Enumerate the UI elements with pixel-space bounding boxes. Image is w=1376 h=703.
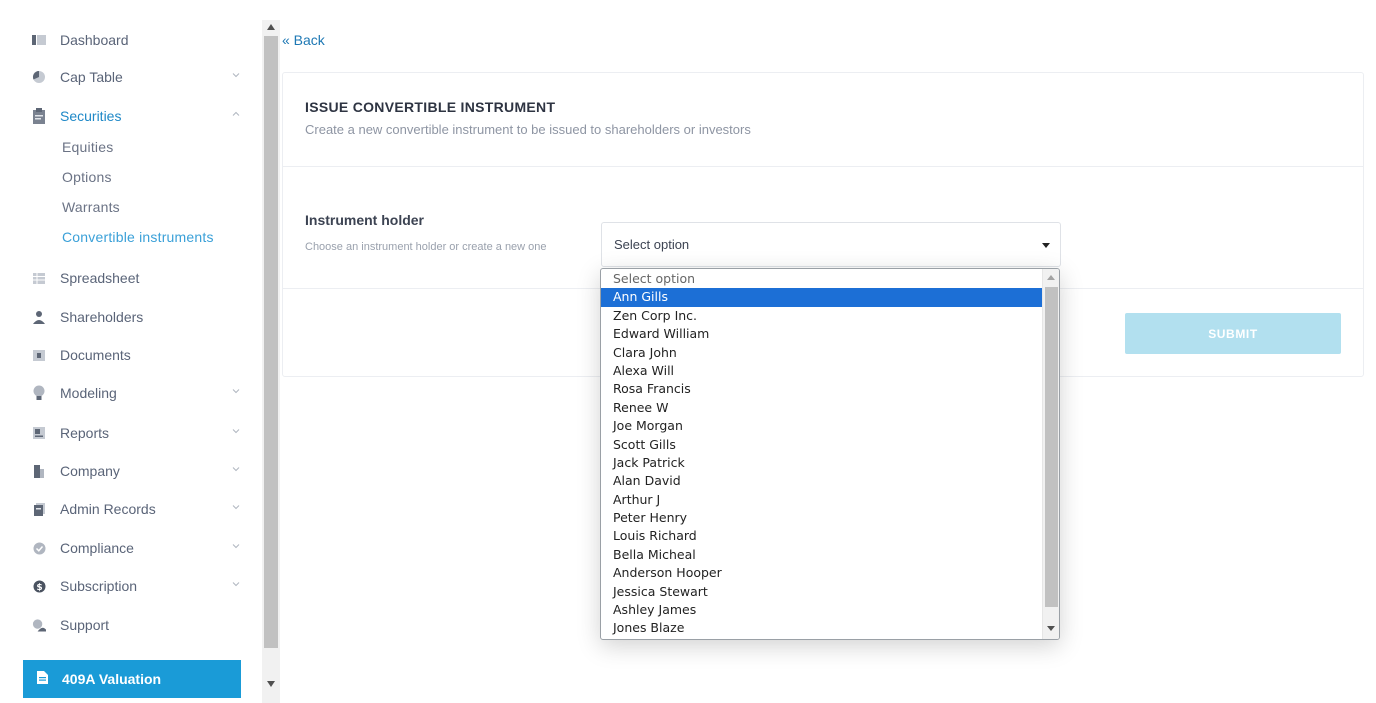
- sidebar-item-compliance[interactable]: Compliance: [32, 536, 244, 560]
- sidebar-subitem-convertible-instruments[interactable]: Convertible instruments: [62, 229, 214, 245]
- building-icon: [32, 464, 46, 478]
- divider: [283, 166, 1363, 167]
- option-item[interactable]: Peter Henry: [601, 509, 1042, 527]
- sidebar-item-modeling[interactable]: Modeling: [32, 381, 244, 405]
- select-value: Select option: [614, 237, 690, 252]
- pie-chart-icon: [32, 70, 46, 84]
- instrument-holder-label: Instrument holder: [305, 212, 425, 228]
- sidebar-item-dashboard[interactable]: Dashboard: [32, 28, 244, 52]
- records-icon: [32, 502, 46, 516]
- valuation-409a-button[interactable]: 409A Valuation: [23, 660, 241, 698]
- sidebar-item-company[interactable]: Company: [32, 459, 244, 483]
- option-item[interactable]: Arthur J: [601, 491, 1042, 509]
- option-item[interactable]: Jessica Stewart: [601, 583, 1042, 601]
- option-item[interactable]: Jones Blaze: [601, 619, 1042, 637]
- chevron-down-icon: [232, 582, 240, 587]
- chevron-down-icon: [232, 73, 240, 78]
- scroll-down-arrow-icon[interactable]: [267, 681, 275, 687]
- sidebar-subitem-equities[interactable]: Equities: [62, 139, 113, 155]
- valuation-label: 409A Valuation: [62, 671, 162, 687]
- option-item[interactable]: Rosa Francis: [601, 380, 1042, 398]
- option-item[interactable]: Renee W: [601, 399, 1042, 417]
- option-item[interactable]: Alan David: [601, 472, 1042, 490]
- sidebar-subitem-warrants[interactable]: Warrants: [62, 199, 120, 215]
- sidebar-item-label: Dashboard: [60, 32, 129, 48]
- instrument-holder-options[interactable]: Select option Ann Gills Zen Corp Inc. Ed…: [600, 268, 1060, 640]
- sidebar-item-cap-table[interactable]: Cap Table: [32, 65, 244, 89]
- option-item[interactable]: Jack Patrick: [601, 454, 1042, 472]
- option-item[interactable]: Ann Gills: [601, 288, 1042, 307]
- sidebar-item-documents[interactable]: Documents: [32, 343, 244, 367]
- back-link[interactable]: « Back: [282, 32, 325, 48]
- scroll-up-arrow-icon[interactable]: [267, 24, 275, 30]
- sidebar-item-spreadsheet[interactable]: Spreadsheet: [32, 266, 244, 290]
- sidebar-item-label: Shareholders: [60, 309, 144, 325]
- submit-button[interactable]: SUBMIT: [1125, 313, 1341, 354]
- dashboard-icon: [32, 33, 46, 47]
- option-item[interactable]: Alexa Will: [601, 362, 1042, 380]
- svg-text:$: $: [36, 583, 42, 593]
- support-icon: [32, 618, 46, 632]
- instrument-holder-select[interactable]: Select option: [601, 222, 1061, 267]
- scroll-up-arrow-icon[interactable]: [1047, 275, 1055, 280]
- dollar-icon: $: [32, 579, 46, 593]
- folder-icon: [32, 348, 46, 362]
- sidebar-item-support[interactable]: Support: [32, 613, 244, 637]
- sidebar-item-label: Support: [60, 617, 110, 633]
- chevron-down-icon: [232, 429, 240, 434]
- sidebar: Dashboard Cap Table Securities Equities …: [0, 0, 262, 703]
- sidebar-item-securities[interactable]: Securities: [32, 104, 244, 128]
- option-item[interactable]: Zen Corp Inc.: [601, 307, 1042, 325]
- option-item[interactable]: Anderson Hooper: [601, 564, 1042, 582]
- sidebar-item-reports[interactable]: Reports: [32, 421, 244, 445]
- sidebar-item-subscription[interactable]: $ Subscription: [32, 574, 244, 598]
- sidebar-item-label: Subscription: [60, 578, 138, 594]
- document-icon: [37, 671, 48, 687]
- sidebar-item-admin-records[interactable]: Admin Records: [32, 497, 244, 521]
- scrollbar-thumb[interactable]: [264, 36, 278, 648]
- options-list: Select option Ann Gills Zen Corp Inc. Ed…: [601, 270, 1042, 638]
- option-item[interactable]: Joe Morgan: [601, 417, 1042, 435]
- spreadsheet-icon: [32, 271, 46, 285]
- user-icon: [32, 310, 46, 324]
- options-scrollbar[interactable]: [1042, 269, 1059, 639]
- instrument-holder-help: Choose an instrument holder or create a …: [305, 241, 547, 253]
- option-item[interactable]: Ashley James: [601, 601, 1042, 619]
- clipboard-icon: [32, 108, 46, 124]
- lightbulb-icon: [32, 385, 46, 400]
- chevron-up-icon: [232, 111, 240, 116]
- option-item[interactable]: Scott Gills: [601, 436, 1042, 454]
- report-icon: [32, 426, 46, 440]
- sidebar-item-label: Securities: [60, 108, 122, 124]
- sidebar-item-label: Modeling: [60, 385, 117, 401]
- sidebar-item-label: Company: [60, 463, 120, 479]
- chevron-down-icon: [232, 467, 240, 472]
- caret-down-icon: [1042, 243, 1050, 248]
- option-item[interactable]: Edward William: [601, 325, 1042, 343]
- sidebar-item-label: Spreadsheet: [60, 270, 140, 286]
- sidebar-subitem-options[interactable]: Options: [62, 169, 112, 185]
- sidebar-item-label: Reports: [60, 425, 110, 441]
- sidebar-item-label: Compliance: [60, 540, 134, 556]
- sidebar-item-label: Documents: [60, 347, 131, 363]
- sidebar-item-label: Admin Records: [60, 501, 156, 517]
- scrollbar-thumb[interactable]: [1045, 287, 1058, 607]
- sidebar-item-label: Cap Table: [60, 69, 123, 85]
- sidebar-item-shareholders[interactable]: Shareholders: [32, 305, 244, 329]
- page-subtitle: Create a new convertible instrument to b…: [305, 122, 751, 137]
- chevron-down-icon: [232, 389, 240, 394]
- option-item[interactable]: Louis Richard: [601, 527, 1042, 545]
- page-title: ISSUE CONVERTIBLE INSTRUMENT: [305, 99, 556, 115]
- chevron-down-icon: [232, 544, 240, 549]
- chevron-down-icon: [232, 505, 240, 510]
- option-item[interactable]: Bella Micheal: [601, 546, 1042, 564]
- option-item[interactable]: Select option: [601, 270, 1042, 288]
- option-item[interactable]: Clara John: [601, 344, 1042, 362]
- shield-check-icon: [32, 541, 46, 555]
- scroll-down-arrow-icon[interactable]: [1047, 626, 1055, 631]
- page-scrollbar[interactable]: [262, 20, 280, 703]
